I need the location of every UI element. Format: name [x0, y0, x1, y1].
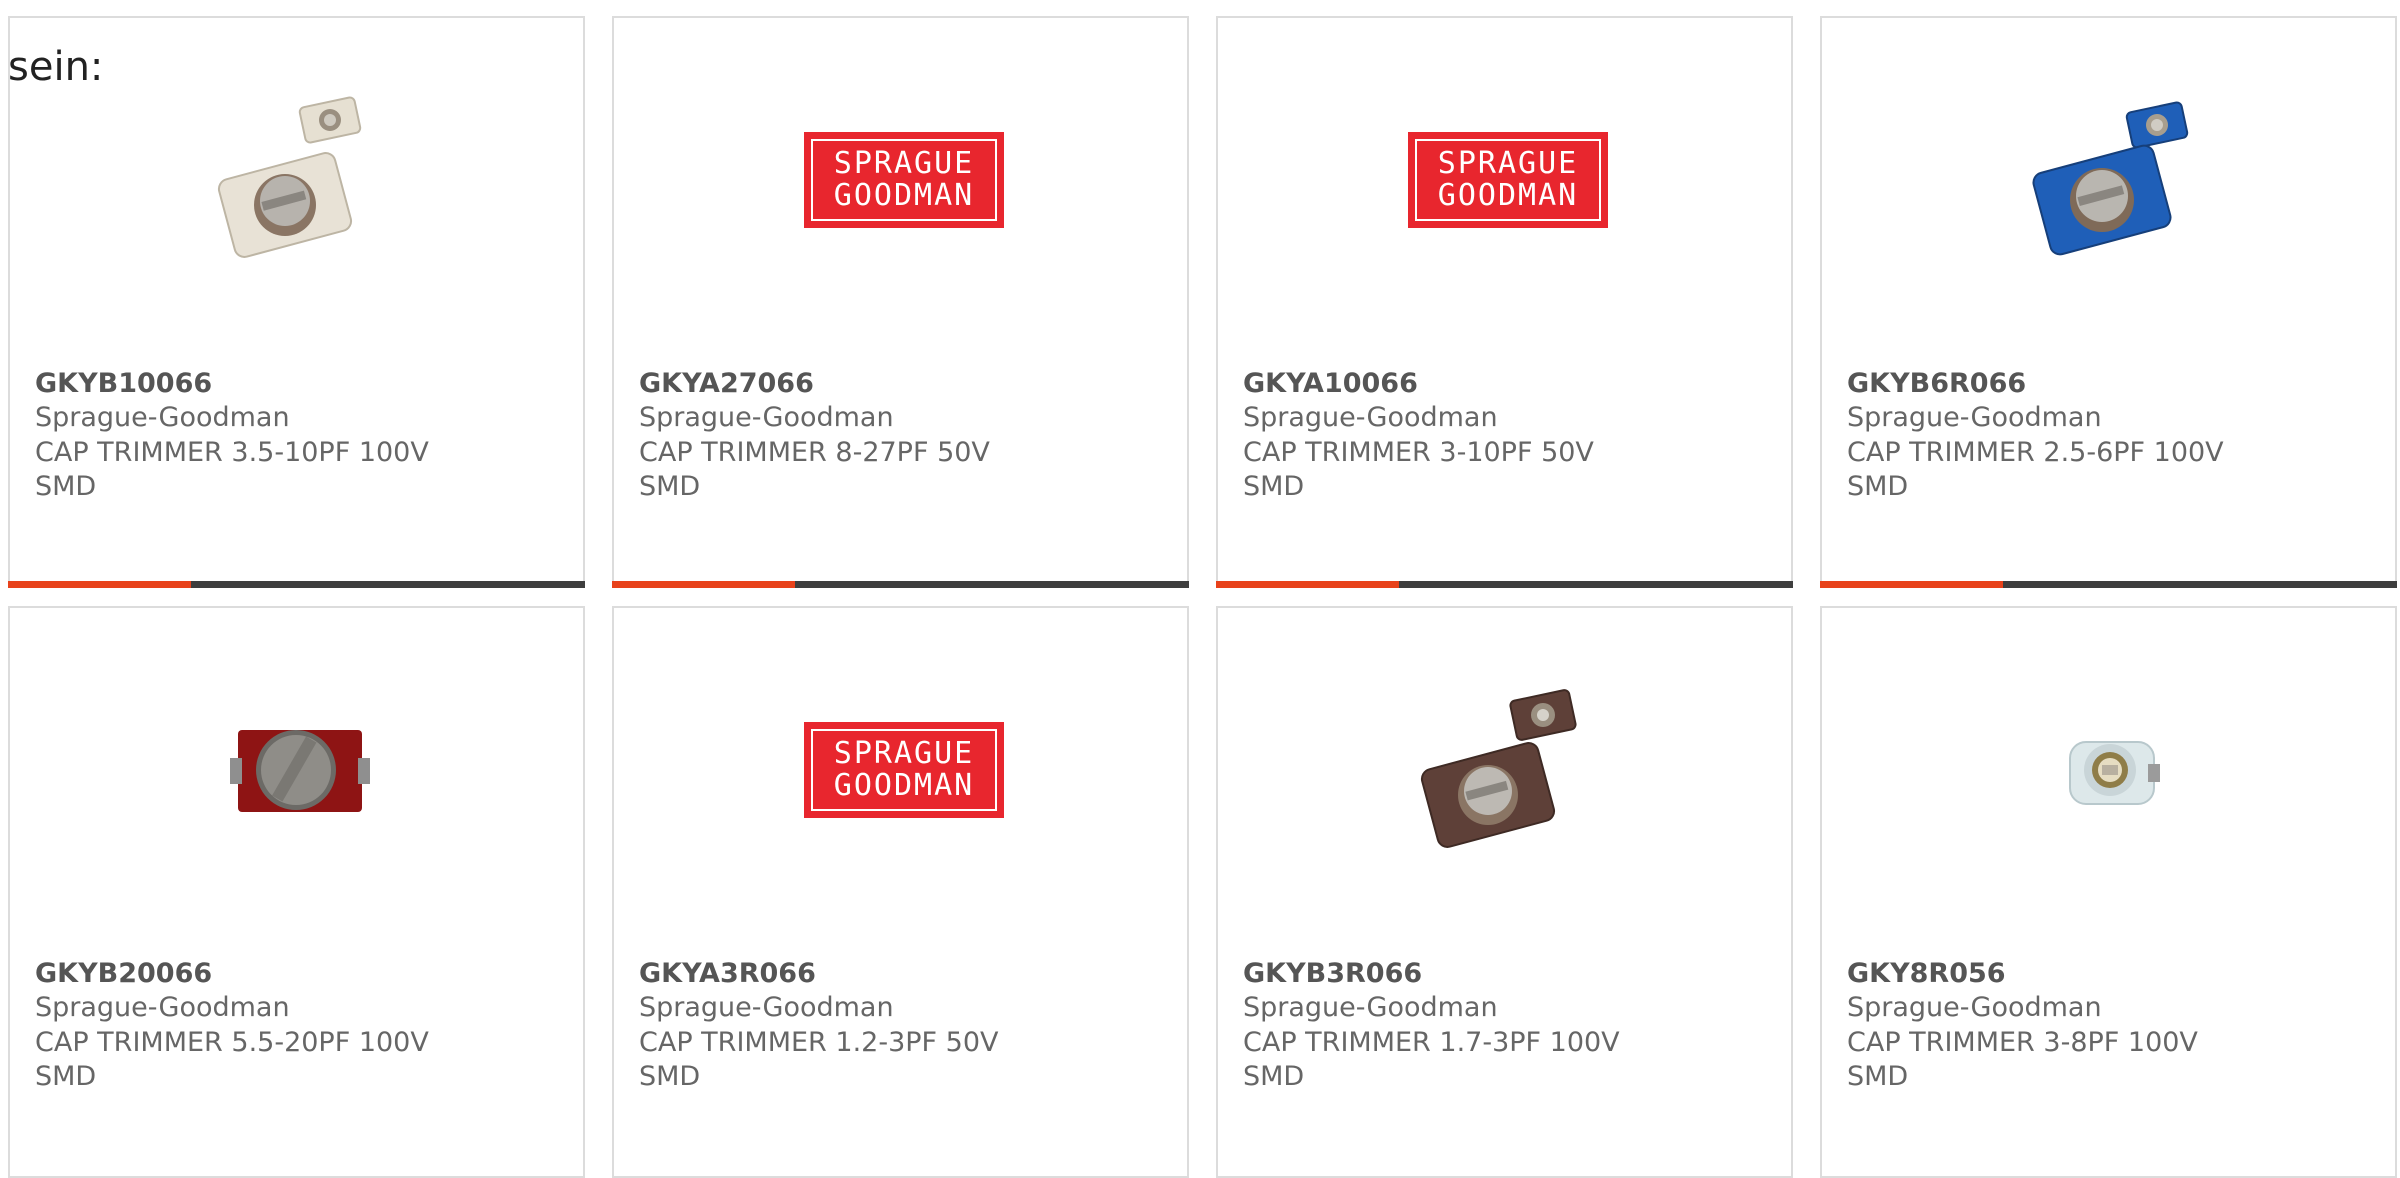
product-description: CAP TRIMMER 5.5-20PF 100V SMD — [35, 1027, 429, 1092]
product-description: CAP TRIMMER 2.5-6PF 100V SMD — [1847, 437, 2224, 502]
manufacturer: Sprague-Goodman — [1847, 992, 2102, 1023]
product-image[interactable] — [1408, 670, 1608, 870]
product-card[interactable]: GKYB20066 Sprague-Goodman CAP TRIMMER 5.… — [8, 606, 585, 1178]
product-description: CAP TRIMMER 8-27PF 50V SMD — [639, 437, 990, 502]
card-progress-bar — [612, 581, 1189, 588]
card-progress-bar — [1216, 581, 1793, 588]
part-number[interactable]: GKYA10066 — [1243, 368, 1418, 399]
card-progress-bar — [1820, 581, 2397, 588]
product-card[interactable]: SPRAGUE GOODMAN GKYA27066 Sprague-Goodma… — [612, 16, 1189, 588]
product-card[interactable]: GKY8R056 Sprague-Goodman CAP TRIMMER 3-8… — [1820, 606, 2397, 1178]
manufacturer: Sprague-Goodman — [1847, 402, 2102, 433]
manufacturer: Sprague-Goodman — [1243, 402, 1498, 433]
manufacturer: Sprague-Goodman — [639, 402, 894, 433]
part-number[interactable]: GKYB6R066 — [1847, 368, 2026, 399]
manufacturer: Sprague-Goodman — [35, 992, 290, 1023]
product-description: CAP TRIMMER 3-10PF 50V SMD — [1243, 437, 1594, 502]
trimmer-capacitor-icon — [230, 730, 370, 812]
part-number[interactable]: GKYB3R066 — [1243, 958, 1422, 989]
trimmer-capacitor-icon — [2032, 101, 2189, 256]
manufacturer: Sprague-Goodman — [639, 992, 894, 1023]
product-card[interactable]: GKYB10066 Sprague-Goodman CAP TRIMMER 3.… — [8, 16, 585, 588]
part-number[interactable]: GKYA3R066 — [639, 958, 816, 989]
product-image[interactable] — [200, 80, 400, 280]
trimmer-capacitor-icon — [2069, 741, 2160, 805]
product-grid: GKYB10066 Sprague-Goodman CAP TRIMMER 3.… — [0, 0, 2400, 1178]
trimmer-capacitor-icon — [1420, 689, 1577, 848]
product-card[interactable]: SPRAGUE GOODMAN GKYA10066 Sprague-Goodma… — [1216, 16, 1793, 588]
product-card[interactable]: SPRAGUE GOODMAN GKYA3R066 Sprague-Goodma… — [612, 606, 1189, 1178]
card-progress-bar — [8, 581, 585, 588]
product-card[interactable]: GKYB3R066 Sprague-Goodman CAP TRIMMER 1.… — [1216, 606, 1793, 1178]
manufacturer: Sprague-Goodman — [1243, 992, 1498, 1023]
part-number[interactable]: GKYA27066 — [639, 368, 814, 399]
product-description: CAP TRIMMER 3.5-10PF 100V SMD — [35, 437, 429, 502]
product-image[interactable]: SPRAGUE GOODMAN — [804, 80, 1004, 280]
product-description: CAP TRIMMER 1.2-3PF 50V SMD — [639, 1027, 999, 1092]
product-image[interactable]: SPRAGUE GOODMAN — [1408, 80, 1608, 280]
product-card[interactable]: GKYB6R066 Sprague-Goodman CAP TRIMMER 2.… — [1820, 16, 2397, 588]
part-number[interactable]: GKY8R056 — [1847, 958, 2006, 989]
product-image[interactable] — [2012, 670, 2212, 870]
part-number[interactable]: GKYB20066 — [35, 958, 212, 989]
product-description: CAP TRIMMER 3-8PF 100V SMD — [1847, 1027, 2198, 1092]
part-number[interactable]: GKYB10066 — [35, 368, 212, 399]
manufacturer: Sprague-Goodman — [35, 402, 290, 433]
product-image[interactable] — [2012, 80, 2212, 280]
sprague-goodman-logo-icon: SPRAGUE GOODMAN — [1408, 132, 1608, 228]
product-image[interactable] — [200, 670, 400, 870]
sprague-goodman-logo-icon: SPRAGUE GOODMAN — [804, 132, 1004, 228]
trimmer-capacitor-icon — [217, 96, 362, 258]
product-image[interactable]: SPRAGUE GOODMAN — [804, 670, 1004, 870]
product-description: CAP TRIMMER 1.7-3PF 100V SMD — [1243, 1027, 1620, 1092]
sprague-goodman-logo-icon: SPRAGUE GOODMAN — [804, 722, 1004, 818]
page-heading: sein: — [8, 44, 104, 90]
